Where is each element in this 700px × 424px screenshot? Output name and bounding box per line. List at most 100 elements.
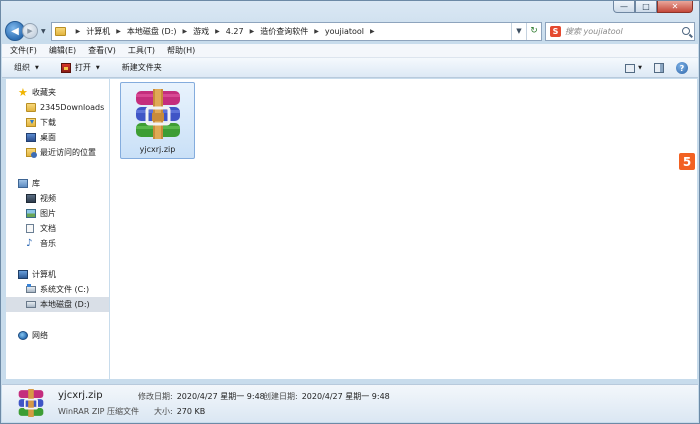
library-icon — [18, 179, 28, 188]
menu-bar: 文件(F) 编辑(E) 查看(V) 工具(T) 帮助(H) — [2, 44, 698, 58]
nav-computer[interactable]: 计算机 — [6, 267, 109, 282]
sogou-floating-badge[interactable]: 5 — [679, 153, 695, 170]
refresh-button[interactable]: ↻ — [526, 22, 541, 40]
breadcrumb-price-software[interactable]: 造价查询软件 — [260, 26, 308, 37]
nav-recent-places[interactable]: 最近访问的位置 — [6, 145, 109, 160]
nav-videos[interactable]: 视频 — [6, 191, 109, 206]
recent-pages-dropdown[interactable]: ▼ — [41, 28, 46, 35]
details-created: 创建日期: 2020/4/27 星期一 9:48 — [263, 391, 390, 402]
nav-drive-c[interactable]: 系统文件 (C:) — [6, 282, 109, 297]
nav-label: 音乐 — [40, 239, 56, 248]
nav-music[interactable]: ♪ 音乐 — [6, 236, 109, 251]
download-folder-icon — [26, 118, 36, 127]
nav-libraries[interactable]: 库 — [6, 176, 109, 191]
modified-label: 修改日期: — [138, 392, 173, 401]
computer-icon — [18, 270, 28, 279]
libraries-group: 库 视频 图片 文档 ♪ 音乐 — [6, 176, 109, 251]
breadcrumb-computer[interactable]: 计算机 — [86, 26, 110, 37]
created-value: 2020/4/27 星期一 9:48 — [301, 392, 390, 401]
file-name: yjcxrj.zip — [139, 145, 176, 154]
chevron-right-icon[interactable]: ▶ — [116, 28, 121, 35]
nav-label: 下载 — [40, 118, 56, 127]
organize-label: 组织 — [14, 63, 30, 72]
chevron-down-icon: ▼ — [95, 64, 100, 71]
organize-button[interactable]: 组织 ▼ — [14, 62, 39, 73]
nav-label: 2345Downloads — [40, 103, 105, 112]
arrow-left-icon: ◀ — [11, 25, 19, 37]
menu-edit[interactable]: 编辑(E) — [49, 45, 76, 56]
winrar-archive-icon — [18, 389, 44, 417]
window-controls: — □ ✕ — [613, 1, 693, 13]
chevron-right-icon[interactable]: ▶ — [370, 28, 375, 35]
folder-icon — [54, 26, 66, 36]
picture-library-icon — [26, 209, 36, 218]
nav-label: 计算机 — [32, 270, 56, 279]
menu-view[interactable]: 查看(V) — [88, 45, 116, 56]
search-icon[interactable] — [682, 27, 690, 35]
breadcrumb-games[interactable]: 游戏 — [193, 26, 209, 37]
winrar-icon — [60, 62, 71, 73]
change-view-icon[interactable] — [625, 63, 636, 73]
menu-help[interactable]: 帮助(H) — [167, 45, 195, 56]
nav-drive-d[interactable]: 本地磁盘 (D:) — [6, 297, 109, 312]
nav-label: 文档 — [40, 224, 56, 233]
minimize-button[interactable]: — — [613, 1, 635, 13]
file-item[interactable]: yjcxrj.zip — [120, 82, 195, 159]
address-dropdown-button[interactable]: ▼ — [511, 22, 526, 40]
arrow-right-icon: ▶ — [27, 27, 33, 35]
nav-label: 本地磁盘 (D:) — [40, 300, 90, 309]
chevron-down-icon[interactable]: ▼ — [638, 65, 642, 71]
desktop-icon — [26, 133, 36, 142]
maximize-button[interactable]: □ — [635, 1, 657, 13]
search-input[interactable]: 搜索 youjiatool — [565, 26, 623, 37]
nav-label: 图片 — [40, 209, 56, 218]
menu-tools[interactable]: 工具(T) — [128, 45, 155, 56]
open-label: 打开 — [74, 63, 91, 72]
star-icon: ★ — [18, 86, 28, 99]
address-bar[interactable]: ▶ 计算机 ▶ 本地磁盘 (D:) ▶ 游戏 ▶ 4.27 ▶ 造价查询软件 ▶… — [50, 21, 542, 41]
details-size: 大小: 270 KB — [154, 406, 205, 417]
chevron-right-icon[interactable]: ▶ — [215, 28, 220, 35]
nav-label: 桌面 — [40, 133, 56, 142]
details-pane: yjcxrj.zip WinRAR ZIP 压缩文件 修改日期: 2020/4/2… — [2, 384, 698, 422]
music-library-icon: ♪ — [26, 238, 33, 249]
file-list-view[interactable]: yjcxrj.zip — [110, 79, 697, 379]
document-library-icon — [26, 224, 34, 233]
sogou-logo-icon: S — [550, 25, 561, 37]
nav-documents[interactable]: 文档 — [6, 221, 109, 236]
details-modified: 修改日期: 2020/4/27 星期一 9:48 — [138, 391, 265, 402]
breadcrumb-youjiatool[interactable]: youjiatool — [325, 27, 364, 36]
nav-pictures[interactable]: 图片 — [6, 206, 109, 221]
chevron-right-icon[interactable]: ▶ — [76, 28, 81, 35]
help-icon[interactable]: ? — [676, 62, 688, 74]
nav-desktop[interactable]: 桌面 — [6, 130, 109, 145]
nav-label: 网络 — [32, 331, 48, 340]
chevron-right-icon[interactable]: ▶ — [314, 28, 319, 35]
folder-icon — [26, 103, 36, 112]
close-button[interactable]: ✕ — [657, 1, 693, 13]
menu-file[interactable]: 文件(F) — [10, 45, 37, 56]
toolbar-right: ▼ ? — [625, 62, 688, 74]
chevron-right-icon[interactable]: ▶ — [183, 28, 188, 35]
chevron-right-icon[interactable]: ▶ — [250, 28, 255, 35]
nav-2345downloads[interactable]: 2345Downloads — [6, 100, 109, 115]
preview-pane-icon[interactable] — [654, 63, 664, 73]
nav-label: 收藏夹 — [32, 88, 56, 97]
nav-network[interactable]: 网络 — [6, 328, 109, 343]
breadcrumb-4-27[interactable]: 4.27 — [226, 27, 244, 36]
new-folder-label: 新建文件夹 — [121, 63, 162, 72]
open-button[interactable]: 打开 ▼ — [60, 62, 100, 73]
nav-favorites[interactable]: ★ 收藏夹 — [6, 85, 109, 100]
nav-label: 库 — [32, 179, 40, 188]
winrar-archive-icon — [136, 89, 180, 139]
forward-button[interactable]: ▶ — [22, 23, 38, 39]
new-folder-button[interactable]: 新建文件夹 — [122, 62, 162, 73]
search-box[interactable]: S 搜索 youjiatool — [545, 21, 695, 41]
nav-label: 视频 — [40, 194, 56, 203]
recent-places-icon — [26, 148, 37, 158]
nav-label: 最近访问的位置 — [40, 148, 96, 157]
modified-value: 2020/4/27 星期一 9:48 — [176, 392, 265, 401]
nav-downloads[interactable]: 下载 — [6, 115, 109, 130]
breadcrumb-drive-d[interactable]: 本地磁盘 (D:) — [127, 26, 177, 37]
navigation-pane: ★ 收藏夹 2345Downloads 下载 桌面 最近访问的位置 库 视频 图… — [6, 79, 109, 379]
